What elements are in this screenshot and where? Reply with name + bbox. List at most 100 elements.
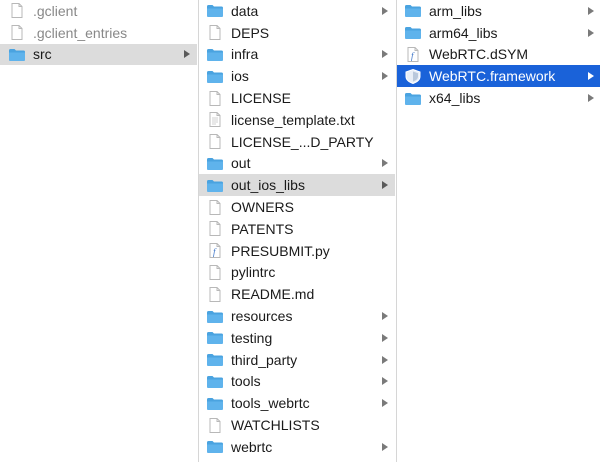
disclosure-chevron-icon <box>588 94 594 103</box>
folder-item[interactable]: WebRTC.framework <box>397 65 600 88</box>
folder-item[interactable]: data <box>199 0 395 22</box>
text-document-icon <box>206 112 224 128</box>
item-label: out <box>231 155 251 172</box>
folder-icon <box>206 439 224 454</box>
disclosure-chevron-icon <box>382 399 388 408</box>
item-label: infra <box>231 46 259 63</box>
document-icon <box>206 286 224 302</box>
disclosure-chevron-icon <box>588 72 594 81</box>
folder-item[interactable]: out <box>199 153 395 175</box>
folder-icon <box>404 25 422 40</box>
item-label: PATENTS <box>231 220 294 237</box>
item-label: third_party <box>231 351 298 368</box>
item-label: arm_libs <box>429 2 482 19</box>
column-out-ios-libs[interactable]: arm_libs arm64_libsf WebRTC.dSYM WebRTC.fra… <box>396 0 600 462</box>
item-label: tools <box>231 373 261 390</box>
disclosure-chevron-icon <box>382 6 388 15</box>
python-file-icon: f <box>206 243 224 259</box>
disclosure-chevron-icon <box>382 72 388 81</box>
document-icon <box>206 264 224 280</box>
item-label: .gclient <box>33 2 78 19</box>
folder-icon <box>206 69 224 84</box>
file-item[interactable]: DEPS <box>199 22 395 44</box>
item-label: arm64_libs <box>429 24 498 41</box>
disclosure-chevron-icon <box>382 333 388 342</box>
disclosure-chevron-icon <box>382 159 388 168</box>
item-label: license_template.txt <box>231 111 355 128</box>
folder-item[interactable]: ios <box>199 65 395 87</box>
folder-item[interactable]: src <box>0 43 197 66</box>
file-item[interactable]: .gclient_entries <box>0 22 197 44</box>
file-item[interactable]: OWNERS <box>199 196 395 218</box>
folder-item[interactable]: out_ios_libs <box>199 174 395 197</box>
document-icon <box>8 25 26 41</box>
disclosure-chevron-icon <box>382 312 388 321</box>
folder-item[interactable]: arm_libs <box>397 0 600 22</box>
folder-item[interactable]: webrtc <box>199 436 395 458</box>
folder-item[interactable]: infra <box>199 44 395 66</box>
folder-item[interactable]: resources <box>199 305 395 327</box>
disclosure-chevron-icon <box>588 6 594 15</box>
folder-icon <box>206 330 224 345</box>
item-label: LICENSE_...D_PARTY <box>231 133 374 150</box>
item-label: testing <box>231 329 273 346</box>
column-root[interactable]: .gclient .gclient_entriessrc <box>0 0 197 462</box>
item-label: x64_libs <box>429 90 481 107</box>
dsym-file-icon: f <box>404 46 422 62</box>
folder-icon <box>206 47 224 62</box>
file-item[interactable]: LICENSE_...D_PARTY <box>199 131 395 153</box>
folder-item[interactable]: tools_webrtc <box>199 392 395 414</box>
disclosure-chevron-icon <box>184 50 190 59</box>
document-icon <box>206 134 224 150</box>
item-label: WebRTC.framework <box>429 68 556 85</box>
file-item[interactable]: license_template.txt <box>199 109 395 131</box>
file-item[interactable]: f PRESUBMIT.py <box>199 240 395 262</box>
document-icon <box>206 221 224 237</box>
column-src[interactable]: data DEPS infra ios LICENSE license_template.… <box>198 0 395 462</box>
folder-item[interactable]: arm64_libs <box>397 22 600 44</box>
framework-icon <box>404 68 422 84</box>
file-item[interactable]: .gclient <box>0 0 197 22</box>
folder-item[interactable]: tools <box>199 371 395 393</box>
folder-item[interactable]: testing <box>199 327 395 349</box>
folder-icon <box>206 3 224 18</box>
folder-icon <box>206 156 224 171</box>
folder-icon <box>8 47 26 62</box>
item-label: webrtc <box>231 438 273 455</box>
disclosure-chevron-icon <box>382 181 388 190</box>
item-label: ios <box>231 68 249 85</box>
item-label: README.md <box>231 286 315 303</box>
document-icon <box>206 417 224 433</box>
document-icon <box>206 25 224 41</box>
file-item[interactable]: pylintrc <box>199 262 395 284</box>
item-label: OWNERS <box>231 199 294 216</box>
item-label: .gclient_entries <box>33 24 128 41</box>
folder-icon <box>206 374 224 389</box>
item-label: pylintrc <box>231 264 276 281</box>
file-item[interactable]: WATCHLISTS <box>199 414 395 436</box>
folder-icon <box>404 3 422 18</box>
file-item[interactable]: LICENSE <box>199 87 395 109</box>
item-label: data <box>231 2 259 19</box>
item-label: out_ios_libs <box>231 177 305 194</box>
file-item[interactable]: README.md <box>199 283 395 305</box>
disclosure-chevron-icon <box>588 28 594 37</box>
item-label: DEPS <box>231 24 270 41</box>
file-item[interactable]: f WebRTC.dSYM <box>397 44 600 66</box>
item-label: tools_webrtc <box>231 395 310 412</box>
disclosure-chevron-icon <box>382 50 388 59</box>
file-item[interactable]: PATENTS <box>199 218 395 240</box>
document-icon <box>206 199 224 215</box>
item-label: PRESUBMIT.py <box>231 242 330 259</box>
item-label: src <box>33 46 52 63</box>
folder-item[interactable]: x64_libs <box>397 87 600 109</box>
item-label: LICENSE <box>231 90 291 107</box>
folder-icon <box>206 352 224 367</box>
item-label: WebRTC.dSYM <box>429 46 529 63</box>
folder-item[interactable]: third_party <box>199 349 395 371</box>
folder-icon <box>206 309 224 324</box>
item-label: resources <box>231 308 293 325</box>
item-label: WATCHLISTS <box>231 417 320 434</box>
disclosure-chevron-icon <box>382 355 388 364</box>
disclosure-chevron-icon <box>382 442 388 451</box>
